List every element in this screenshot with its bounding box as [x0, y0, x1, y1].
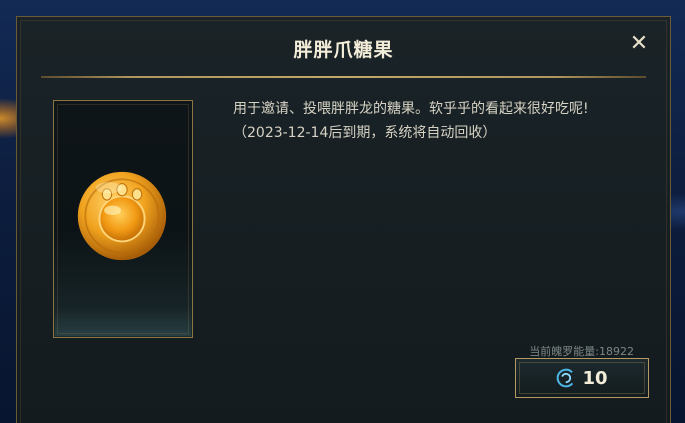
description-line-2: （2023-12-14后到期，系统将自动回收） — [233, 125, 497, 141]
title-divider — [41, 76, 646, 78]
frame-bottom-glow — [55, 308, 191, 336]
item-detail-dialog: 胖胖爪糖果 ✕ 用于邀请、投喂胖胖龙的糖果。软乎乎的看起来很好吃呢! （2023… — [16, 16, 671, 423]
dialog-title: 胖胖爪糖果 — [293, 39, 394, 61]
item-preview-frame — [53, 100, 193, 338]
use-cost-button[interactable]: 10 — [515, 358, 649, 398]
cost-value: 10 — [582, 367, 608, 389]
close-icon[interactable]: ✕ — [628, 33, 650, 55]
paw-candy-coin-icon — [77, 171, 167, 261]
item-description: 用于邀请、投喂胖胖龙的糖果。软乎乎的看起来很好吃呢! （2023-12-14后到… — [233, 97, 653, 145]
energy-swirl-icon — [557, 368, 576, 388]
description-line-1: 用于邀请、投喂胖胖龙的糖果。软乎乎的看起来很好吃呢! — [233, 101, 589, 117]
current-energy-label: 当前魄罗能量:18922 — [529, 345, 634, 358]
